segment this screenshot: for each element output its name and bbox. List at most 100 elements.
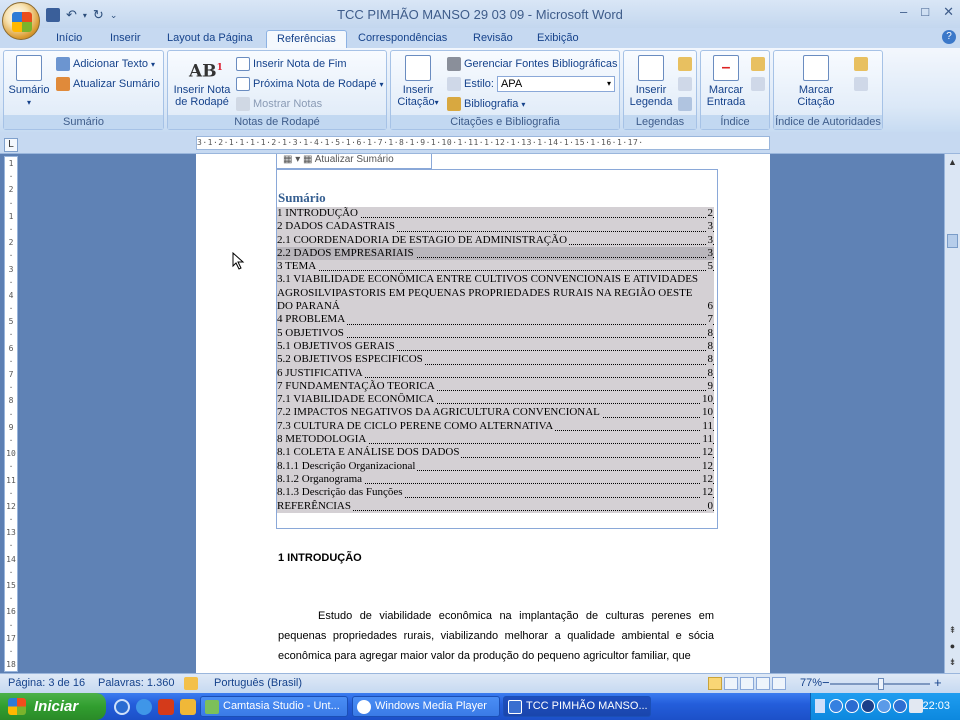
inserir-legenda-button[interactable]: Inserir Legenda [626,55,676,108]
office-logo-icon [12,12,32,32]
web-layout-icon[interactable] [740,677,754,690]
marcar-citacao-button[interactable]: Marcar Citação [784,55,848,108]
insert-index-button[interactable] [751,55,765,73]
tab-correspondencias[interactable]: Correspondências [348,30,457,48]
toc-entry[interactable]: 8.1.3 Descrição das Funções 12 [277,486,714,500]
zoom-out-icon[interactable]: − [822,675,830,690]
toc-entry[interactable]: 5.2 OBJETIVOS ESPECIFICOS 8 [277,353,714,367]
outline-view-icon[interactable] [756,677,770,690]
toc-entry[interactable]: 8.1.2 Organograma 12 [277,472,714,487]
update-table-icon [56,77,70,91]
tab-referencias[interactable]: Referências [266,30,347,48]
toc-entry[interactable]: 1 INTRODUÇÃO 2 [277,207,714,221]
tab-exibicao[interactable]: Exibição [527,30,589,48]
tab-revisao[interactable]: Revisão [463,30,523,48]
toc-entry[interactable]: 4 PROBLEMA 7 [277,313,714,327]
browse-object-icon[interactable]: ● [947,640,958,652]
vertical-ruler-tick-label: 3 [8,264,14,274]
toc-entry[interactable]: 8 METODOLOGIA 11 [277,433,714,447]
document-page[interactable]: ▦ ▾ ▦ Atualizar Sumário Sumário 1 INTROD… [196,154,770,673]
page-count[interactable]: Página: 3 de 16 [8,677,85,689]
quicklaunch-red-icon[interactable] [158,699,174,715]
taskbar-button-word[interactable]: TCC PIMHÃO MANSO... [503,696,651,717]
horizontal-ruler[interactable]: 3·1·2·1·1·1·1·2·1·3·1·4·1·5·1·6·1·7·1·8·… [196,136,770,150]
tray-media-icon[interactable] [845,699,859,713]
toc-entry[interactable]: 3 TEMA 5 [277,260,714,274]
tray-app2-icon[interactable] [861,699,875,713]
toc-entry[interactable]: 2 DADOS CADASTRAIS 3 [277,220,714,234]
word-count[interactable]: Palavras: 1.360 [98,677,174,689]
office-button[interactable] [2,2,40,40]
scroll-up-icon[interactable]: ▲ [947,156,958,168]
next-page-icon[interactable]: ⇟ [947,656,958,668]
toc-entry[interactable]: 2.1 COORDENADORIA DE ESTAGIO DE ADMINIST… [277,233,714,247]
toc-content-control-tab[interactable]: ▦ ▾ ▦ Atualizar Sumário [276,154,432,169]
toc-entry[interactable]: 5 OBJETIVOS 8 [277,326,714,340]
full-screen-reading-icon[interactable] [724,677,738,690]
vertical-ruler-tick-label: 1 [8,211,14,221]
toc-entry[interactable]: 7.3 CULTURA DE CICLO PERENE COMO ALTERNA… [277,419,714,434]
toc-entry[interactable]: 2.2 DADOS EMPRESARIAIS 3 [277,246,714,261]
update-index-button[interactable] [751,75,765,93]
zoom-slider-thumb[interactable] [878,678,884,690]
scroll-thumb[interactable] [947,234,958,248]
atualizar-sumario-button[interactable]: Atualizar Sumário [56,75,160,93]
cross-reference-button[interactable] [678,95,692,113]
minimize-button[interactable]: – [900,4,907,20]
previous-page-icon[interactable]: ⇞ [947,624,958,636]
group-citacoes: Inserir Citação▾ Gerenciar Fontes Bibliog… [390,50,620,130]
print-layout-view-icon[interactable] [708,677,722,690]
zoom-level[interactable]: 77% [800,677,822,689]
marcar-entrada-button[interactable]: – Marcar Entrada [703,55,749,108]
close-button[interactable]: ✕ [943,4,954,20]
sumario-button[interactable]: Sumário ▾ [8,55,50,109]
toc-entry[interactable]: 7 FUNDAMENTAÇÃO TEORICA 9 [277,379,714,394]
toc-entry[interactable]: 3.1 VIABILIDADE ECONÔMICA ENTRE CULTIVOS… [277,273,714,314]
tab-inicio[interactable]: Início [46,30,92,48]
zoom-in-icon[interactable]: + [934,675,942,690]
tray-app-icon[interactable] [829,699,843,713]
taskbar-button-camtasia[interactable]: Camtasia Studio - Unt... [200,696,348,717]
ribbon-tabs: Início Inserir Layout da Página Referênc… [0,28,960,48]
tray-expand-icon[interactable] [815,699,825,713]
tray-app3-icon[interactable] [877,699,891,713]
help-icon[interactable]: ? [942,30,956,44]
toc-entry[interactable]: REFERÊNCIAS 0 [277,499,714,513]
toc-entry[interactable]: 8.1.1 Descrição Organizacional 12 [277,459,714,473]
vertical-ruler[interactable]: 1 · 2 · 1 · 2 · 3 · 4 · 5 · 6 · 7 · 8 · 9 · 10 · 11 · 12 · 13 · 14 · 15 ·… [4,156,18,672]
internet-explorer-icon[interactable] [136,699,152,715]
taskbar-button-media-player[interactable]: Windows Media Player [352,696,500,717]
gerenciar-fontes-button[interactable]: Gerenciar Fontes Bibliográficas [447,55,617,73]
toc-entry[interactable]: 7.1 VIABILIDADE ECONÔMICA 10 [277,393,714,407]
tray-app4-icon[interactable] [893,699,907,713]
mostrar-notas-button[interactable]: Mostrar Notas [236,95,322,113]
draft-view-icon[interactable] [772,677,786,690]
inserir-citacao-button[interactable]: Inserir Citação▾ [393,55,443,109]
update-table-button[interactable] [678,75,692,93]
bibliografia-button[interactable]: Bibliografia ▾ [447,95,525,113]
inserir-nota-fim-button[interactable]: Inserir Nota de Fim [236,55,347,73]
estilo-select[interactable]: APA ▾ [496,76,615,92]
proofing-icon[interactable] [184,677,198,690]
toc-entry[interactable]: 8.1 COLETA E ANÁLISE DOS DADOS 12 [277,446,714,460]
toc-entry[interactable]: 7.2 IMPACTOS NEGATIVOS DA AGRICULTURA CO… [277,406,714,420]
clock[interactable]: 22:03 [922,700,950,712]
insert-table-of-figures-button[interactable] [678,55,692,73]
vertical-scrollbar[interactable]: ▲ ⇞ ● ⇟ [944,154,960,673]
toc-entry[interactable]: 5.1 OBJETIVOS GERAIS 8 [277,339,714,354]
tab-layout[interactable]: Layout da Página [157,30,263,48]
quicklaunch-app-icon[interactable] [114,699,130,715]
proxima-nota-button[interactable]: Próxima Nota de Rodapé ▾ [236,75,384,93]
volume-icon[interactable] [909,699,923,713]
tab-inserir[interactable]: Inserir [100,30,151,48]
inserir-nota-rodape-button[interactable]: AB1 Inserir Nota de Rodapé [170,55,234,108]
adicionar-texto-button[interactable]: Adicionar Texto ▾ [56,55,155,73]
toc-entry[interactable]: 6 JUSTIFICATIVA 8 [277,366,714,380]
start-button[interactable]: Iniciar [0,693,106,720]
tab-selector-button[interactable]: L [4,138,18,152]
language-status[interactable]: Português (Brasil) [214,677,302,689]
insert-table-of-authorities-button[interactable] [854,55,868,73]
quicklaunch-folder-icon[interactable] [180,699,196,715]
update-authorities-button[interactable] [854,75,868,93]
maximize-button[interactable]: □ [921,4,929,20]
